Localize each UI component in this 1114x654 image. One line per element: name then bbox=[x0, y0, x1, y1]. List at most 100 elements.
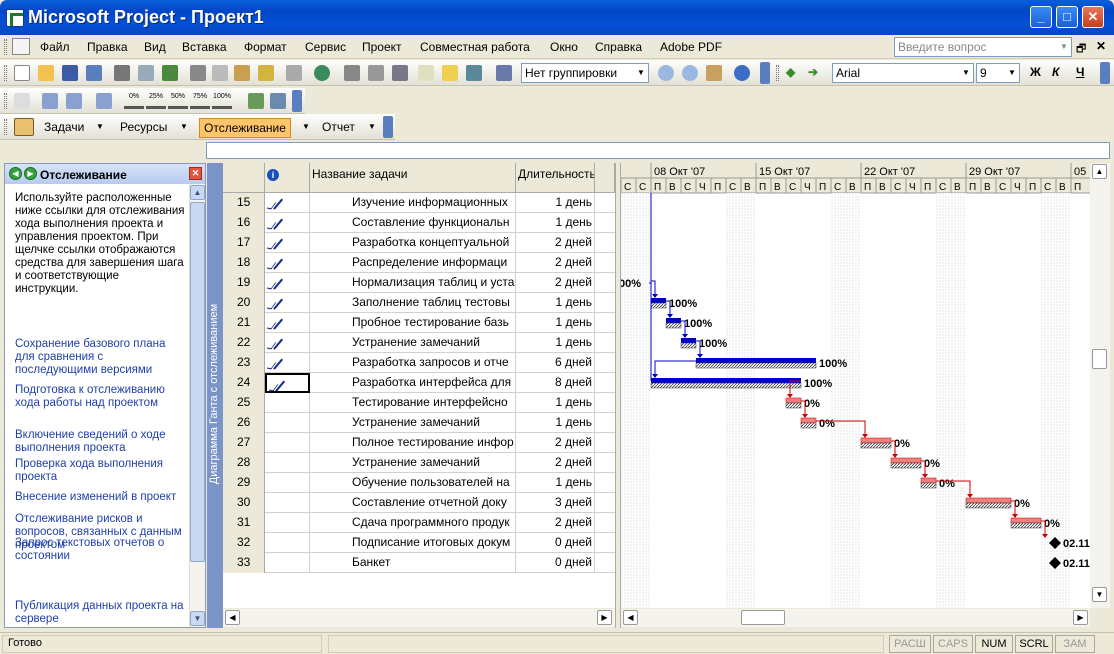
indicator-cell[interactable] bbox=[265, 393, 310, 413]
duration-cell[interactable]: 1 день bbox=[516, 413, 595, 433]
indicator-cell[interactable] bbox=[265, 233, 310, 253]
table-row[interactable]: 28 Устранение замечаний 2 дней bbox=[223, 453, 615, 473]
task-name-cell[interactable]: Изучение информационных bbox=[310, 193, 516, 213]
toolbar-grip[interactable] bbox=[4, 93, 7, 109]
scroll-thumb[interactable] bbox=[190, 202, 205, 562]
chevron-down-icon[interactable]: ▼ bbox=[302, 122, 310, 131]
actual-progress-bar[interactable] bbox=[681, 338, 696, 343]
task-name-cell[interactable]: Составление функциональн bbox=[310, 213, 516, 233]
baseline-bar[interactable] bbox=[1010, 522, 1042, 529]
actual-progress-bar[interactable] bbox=[666, 318, 681, 323]
duration-cell[interactable]: 0 дней bbox=[516, 553, 595, 573]
menu-item-3[interactable]: Вставка bbox=[182, 40, 227, 54]
entry-field[interactable] bbox=[206, 142, 1110, 159]
task-name-cell[interactable]: Заполнение таблиц тестовы bbox=[310, 293, 516, 313]
menu-item-8[interactable]: Окно bbox=[550, 40, 578, 54]
critical-task-bar[interactable] bbox=[860, 437, 892, 444]
baseline-bar[interactable] bbox=[650, 382, 802, 389]
critical-task-bar[interactable] bbox=[800, 417, 817, 424]
table-row[interactable]: 22 Устранение замечаний 1 день bbox=[223, 333, 615, 353]
split-task-icon[interactable] bbox=[392, 65, 408, 81]
task-pane-link[interactable]: Публикация данных проекта на сервере bbox=[15, 600, 185, 626]
help-search-input[interactable]: Введите вопрос ▼ bbox=[894, 37, 1072, 57]
baseline-bar[interactable] bbox=[650, 302, 667, 309]
indicator-cell[interactable] bbox=[265, 273, 310, 293]
percent-100-button[interactable]: 100% bbox=[212, 93, 232, 109]
duration-column-header[interactable]: Длительность bbox=[516, 163, 595, 193]
critical-task-bar[interactable] bbox=[785, 397, 802, 404]
save-icon[interactable] bbox=[62, 65, 78, 81]
unlink-tasks-icon[interactable] bbox=[368, 65, 384, 81]
scroll-left-icon[interactable]: ◀ bbox=[225, 610, 240, 625]
table-row[interactable]: 16 Составление функциональн 1 день bbox=[223, 213, 615, 233]
outdent-icon[interactable]: ◆ bbox=[786, 65, 795, 79]
table-row[interactable]: 17 Разработка концептуальной 2 дней bbox=[223, 233, 615, 253]
zoom-out-icon[interactable] bbox=[682, 65, 698, 81]
baseline-bar[interactable] bbox=[920, 482, 937, 489]
table-row[interactable]: 32 Подписание итоговых докум 0 дней bbox=[223, 533, 615, 553]
row-id[interactable]: 18 bbox=[223, 253, 265, 273]
duration-cell[interactable]: 1 день bbox=[516, 333, 595, 353]
print-icon[interactable] bbox=[114, 65, 130, 81]
actual-progress-bar[interactable] bbox=[651, 378, 801, 383]
row-id[interactable]: 32 bbox=[223, 533, 265, 553]
table-row[interactable]: 27 Полное тестирование инфор 2 дней bbox=[223, 433, 615, 453]
chevron-down-icon[interactable]: ▼ bbox=[180, 122, 188, 131]
row-id[interactable]: 16 bbox=[223, 213, 265, 233]
menu-item-0[interactable]: Файл bbox=[40, 40, 70, 54]
search-icon[interactable] bbox=[86, 65, 102, 81]
baseline-bar[interactable] bbox=[860, 442, 892, 449]
chevron-down-icon[interactable]: ▼ bbox=[96, 122, 104, 131]
row-id[interactable]: 19 bbox=[223, 273, 265, 293]
task-name-cell[interactable]: Разработка концептуальной bbox=[310, 233, 516, 253]
table-horizontal-scrollbar[interactable]: ◀ ▶ bbox=[223, 609, 615, 627]
back-icon[interactable]: ◀ bbox=[9, 167, 22, 180]
indicator-cell[interactable] bbox=[265, 253, 310, 273]
task-name-cell[interactable]: Пробное тестирование базь bbox=[310, 313, 516, 333]
duration-cell[interactable]: 2 дней bbox=[516, 233, 595, 253]
cut-icon[interactable] bbox=[190, 65, 206, 81]
indicator-cell[interactable] bbox=[265, 533, 310, 553]
duration-cell[interactable]: 1 день bbox=[516, 473, 595, 493]
indicator-cell[interactable] bbox=[265, 213, 310, 233]
toolbar-grip[interactable] bbox=[4, 65, 7, 81]
menu-grip[interactable] bbox=[4, 39, 7, 55]
close-button[interactable]: ✕ bbox=[1082, 6, 1104, 28]
vertical-scrollbar[interactable]: ▲ ▼ bbox=[1090, 163, 1110, 608]
duration-cell[interactable]: 2 дней bbox=[516, 433, 595, 453]
table-row[interactable]: 33 Банкет 0 дней bbox=[223, 553, 615, 573]
close-icon[interactable]: ✕ bbox=[189, 167, 202, 180]
row-id[interactable]: 23 bbox=[223, 353, 265, 373]
font-size-select[interactable]: 9 ▼ bbox=[976, 63, 1020, 83]
baseline-bar[interactable] bbox=[785, 402, 802, 409]
link-tasks-icon[interactable] bbox=[344, 65, 360, 81]
gantt-horizontal-scrollbar[interactable]: ◀ ▶ bbox=[621, 609, 1090, 627]
paste-icon[interactable] bbox=[234, 65, 250, 81]
format-painter-icon[interactable] bbox=[258, 65, 274, 81]
chevron-down-icon[interactable]: ▼ bbox=[959, 64, 973, 82]
spellcheck-icon[interactable] bbox=[162, 65, 178, 81]
indicators-column-header[interactable]: i bbox=[265, 163, 310, 193]
menu-item-10[interactable]: Adobe PDF bbox=[660, 40, 722, 54]
task-name-cell[interactable]: Устранение замечаний bbox=[310, 453, 516, 473]
toolbar-grip[interactable] bbox=[776, 65, 779, 81]
indicator-cell[interactable] bbox=[265, 293, 310, 313]
task-name-cell[interactable]: Подписание итоговых докум bbox=[310, 533, 516, 553]
table-row[interactable]: 21 Пробное тестирование базь 1 день bbox=[223, 313, 615, 333]
hyperlink-icon[interactable] bbox=[314, 65, 330, 81]
row-id[interactable]: 26 bbox=[223, 413, 265, 433]
bold-button[interactable]: Ж bbox=[1030, 65, 1041, 79]
duration-cell[interactable]: 1 день bbox=[516, 193, 595, 213]
percent-75-button[interactable]: 75% bbox=[190, 93, 210, 109]
notes-icon[interactable] bbox=[442, 65, 458, 81]
task-pane-link[interactable]: Проверка хода выполнения проекта bbox=[15, 458, 185, 484]
open-icon[interactable] bbox=[38, 65, 54, 81]
extra-column-header[interactable] bbox=[595, 163, 615, 193]
task-name-cell[interactable]: Разработка интерфейса для bbox=[310, 373, 516, 393]
duration-cell[interactable]: 2 дней bbox=[516, 453, 595, 473]
indicator-cell[interactable] bbox=[265, 373, 310, 393]
minimize-button[interactable]: _ bbox=[1030, 6, 1052, 28]
percent-50-button[interactable]: 50% bbox=[168, 93, 188, 109]
task-pane-link[interactable]: Сохранение базового плана для сравнения … bbox=[15, 338, 185, 377]
table-row[interactable]: 18 Распределение информаци 2 дней bbox=[223, 253, 615, 273]
